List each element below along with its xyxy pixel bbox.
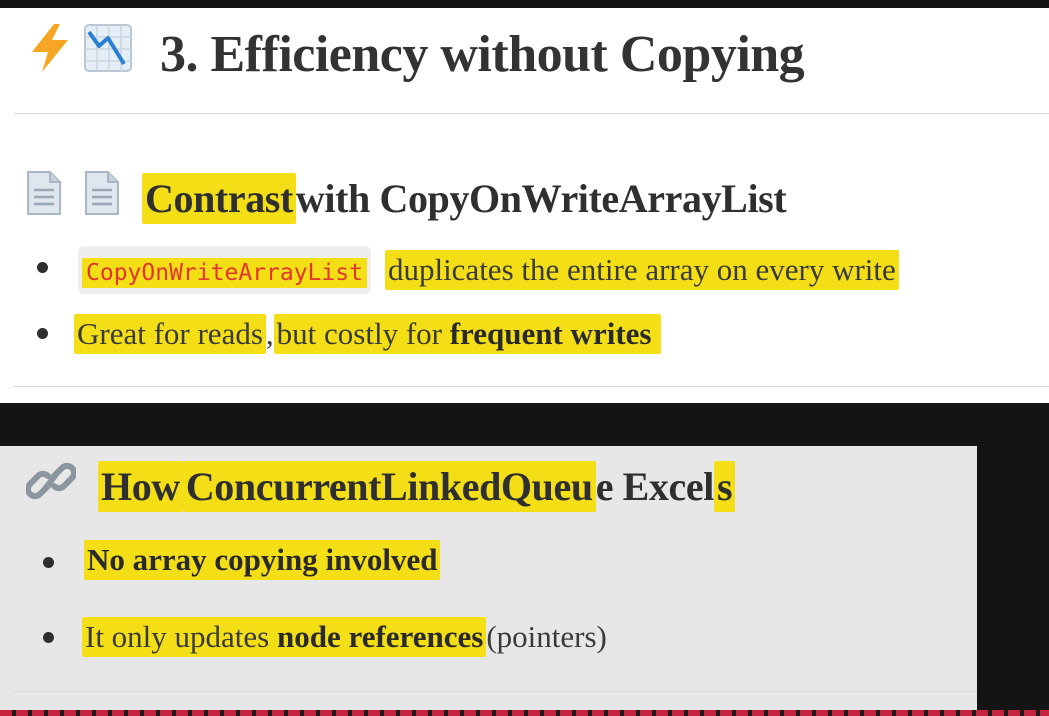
contrast-bullet-1-text: duplicates the entire array on every wri… [384,250,899,290]
contrast-bullet-1: CopyOnWriteArrayList duplicates the enti… [78,246,899,294]
section-title: 3. Efficiency without Copying [26,22,805,87]
page-icon [26,170,74,226]
divider [14,691,977,692]
contrast-bullet-2-comma: , [265,316,274,351]
bullet-dot [43,632,54,643]
excels-bullet-2: It only updates node references (pointer… [82,617,607,657]
excels-bullet-2-text: It only updates [85,619,277,654]
contrast-heading-text: with CopyOnWriteArrayList [295,175,787,221]
contrast-bullet-2-highlight-2: but costly for frequent writes [273,314,662,354]
excels-heading-highlight-1: How [98,460,183,512]
bottom-dashed-border [0,710,1049,716]
bullet-dot [43,557,54,568]
link-icon [24,458,88,514]
contrast-bullet-2-bold: frequent writes [449,316,652,351]
contrast-bullet-2: Great for reads , but costly for frequen… [74,314,662,354]
contrast-heading-highlight: Contrast [142,172,296,224]
contrast-heading: Contrast with CopyOnWriteArrayList [26,170,787,226]
excels-bullet-2-suffix: (pointers) [486,619,607,654]
high-voltage-icon [26,22,74,87]
excels-heading-highlight-3: s [713,460,736,512]
inline-code-text: CopyOnWriteArrayList [82,258,367,288]
contrast-bullet-2-highlight: Great for reads [74,314,266,354]
page-icon [84,170,132,226]
contrast-bullet-2-text: but costly for [276,316,450,351]
divider [14,386,1049,387]
excels-heading-highlight-2: ConcurrentLinkedQueu [182,460,596,512]
excels-heading-text: e Excel [595,463,715,509]
inline-code: CopyOnWriteArrayList [78,246,371,294]
divider [14,113,1049,114]
excels-heading: How ConcurrentLinkedQueu e Excel s [24,458,736,514]
bullet-dot [37,328,48,339]
chart-decreasing-icon [84,24,150,85]
excels-bullet-2-bold: node references [277,619,484,654]
bullet-dot [37,262,48,273]
section-title-text: 3. Efficiency without Copying [160,26,805,83]
excels-bullet-2-highlight: It only updates node references [82,617,487,657]
excels-bullet-1: No array copying involved [84,540,441,580]
excels-bullet-1-text: No array copying involved [84,540,441,580]
